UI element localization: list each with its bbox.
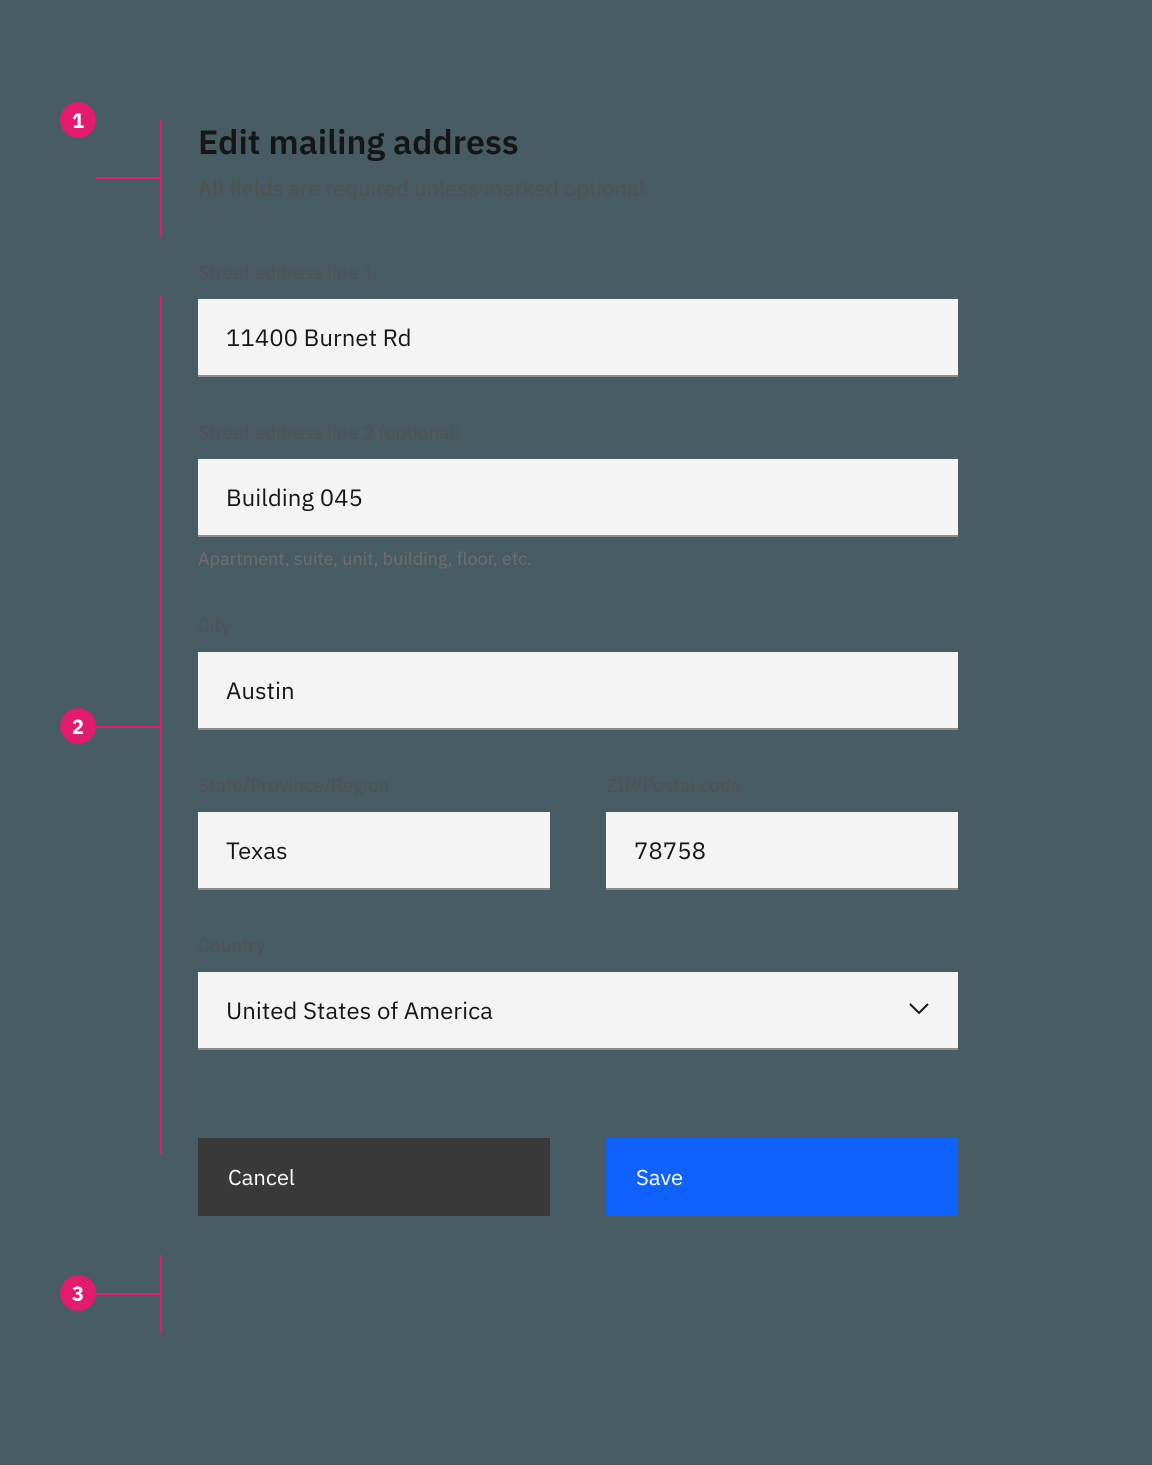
form-actions: Cancel Save: [198, 1138, 958, 1216]
label-street1: Street address line 1: [198, 261, 958, 285]
input-city[interactable]: [198, 652, 958, 730]
field-zip: ZIP/Postal code: [606, 774, 958, 890]
required-fields-note: All fields are required unless marked op…: [198, 174, 958, 203]
input-street1[interactable]: [198, 299, 958, 377]
annotation-badge-3: 3: [60, 1275, 96, 1311]
label-zip: ZIP/Postal code: [606, 774, 958, 798]
field-state: State/Province/Region: [198, 774, 550, 890]
field-street1: Street address line 1: [198, 261, 958, 377]
annotation-badge-2: 2: [60, 708, 96, 744]
label-street2: Street address line 2 (optional): [198, 421, 958, 445]
field-city: City: [198, 614, 958, 730]
field-street2: Street address line 2 (optional) Apartme…: [198, 421, 958, 570]
label-state: State/Province/Region: [198, 774, 550, 798]
form-title: Edit mailing address: [198, 120, 958, 164]
input-state[interactable]: [198, 812, 550, 890]
field-country: Country United States of America: [198, 934, 958, 1050]
edit-mailing-address-form: Edit mailing address All fields are requ…: [198, 120, 958, 1216]
label-country: Country: [198, 934, 958, 958]
helper-street2: Apartment, suite, unit, building, floor,…: [198, 547, 958, 570]
cancel-button[interactable]: Cancel: [198, 1138, 550, 1216]
annotation-badge-1: 1: [60, 102, 96, 138]
input-street2[interactable]: [198, 459, 958, 537]
save-button[interactable]: Save: [606, 1138, 958, 1216]
input-zip[interactable]: [606, 812, 958, 890]
select-country[interactable]: United States of America: [198, 972, 958, 1050]
label-city: City: [198, 614, 958, 638]
